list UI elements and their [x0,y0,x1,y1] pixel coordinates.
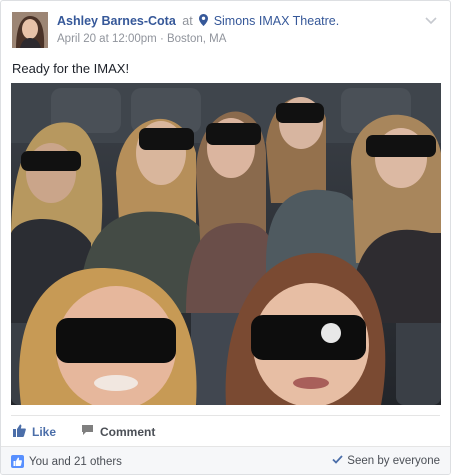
location-pin-icon [199,14,209,29]
at-word: at [182,14,193,28]
post-location[interactable]: Boston, MA [167,33,226,45]
post-header-line: Ashley Barnes-Cota at Simons IMAX Theatr… [57,14,339,29]
comment-label: Comment [100,424,156,439]
seen-text: Seen by everyone [347,455,440,467]
post-card: Ashley Barnes-Cota at Simons IMAX Theatr… [0,0,451,475]
post-text: Ready for the IMAX! [12,61,130,76]
post-meta: April 20 at 12:00pm · Boston, MA [57,33,226,45]
like-thumb-icon [13,424,26,440]
post-timestamp[interactable]: April 20 at 12:00pm [57,33,157,45]
seen-status: Seen by everyone [332,455,440,467]
author-avatar[interactable] [12,12,48,48]
place-link[interactable]: Simons IMAX Theatre. [214,14,340,28]
like-label: Like [32,425,57,439]
checkmark-icon [332,455,343,467]
comment-bubble-icon [81,424,94,439]
post-photo[interactable] [11,83,441,405]
meta-separator: · [159,33,164,45]
author-name-link[interactable]: Ashley Barnes-Cota [57,14,176,28]
comment-button[interactable]: Comment [81,424,155,439]
reactions-text: You and 21 others [29,455,122,468]
post-actions-bar: Like Comment [11,415,440,446]
like-reaction-icon [11,455,24,468]
like-button[interactable]: Like [13,424,56,440]
chevron-down-icon[interactable] [424,13,438,25]
reactions-summary[interactable]: You and 21 others [11,455,122,468]
post-footer: You and 21 others Seen by everyone [1,446,450,474]
